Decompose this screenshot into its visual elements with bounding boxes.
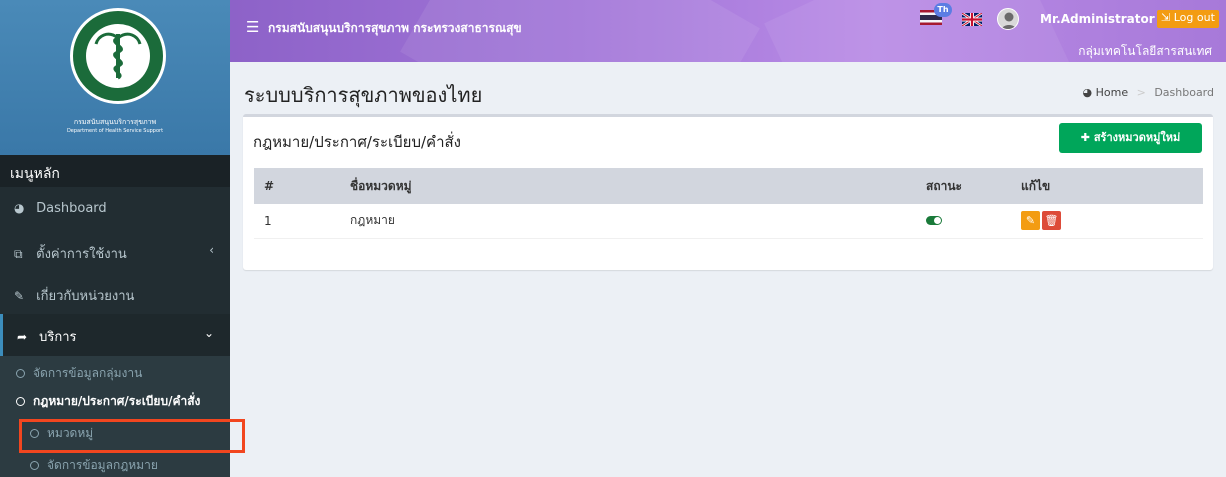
column-header: แก้ไข xyxy=(1011,168,1203,204)
submenu-item-law[interactable]: กฎหมาย/ประกาศ/ระเบียบ/คำสั่ง xyxy=(0,388,230,412)
user-name[interactable]: Mr.Administrator xyxy=(1040,12,1155,26)
dashboard-icon: ◕ xyxy=(14,201,25,215)
category-table: # ชื่อหมวดหมู่ สถานะ แก้ไข 1 กฎหมาย ✎ 🗑 xyxy=(254,168,1203,239)
org-name: กลุ่มเทคโนโลยีสารสนเทศ xyxy=(1078,44,1212,58)
circle-icon xyxy=(16,369,25,378)
circle-icon xyxy=(16,397,25,406)
services-submenu: จัดการข้อมูลกลุ่มงาน กฎหมาย/ประกาศ/ระเบี… xyxy=(0,356,230,477)
column-header: ชื่อหมวดหมู่ xyxy=(340,168,916,204)
menu-header: เมนูหลัก xyxy=(0,155,230,187)
sidebar-item-label: ตั้งค่าการใช้งาน xyxy=(36,247,127,262)
ministry-seal-logo xyxy=(70,8,166,104)
plus-icon: ✚ xyxy=(1080,131,1090,144)
breadcrumb: ◕ Home > Dashboard xyxy=(1083,86,1215,99)
sidebar-item-label: Dashboard xyxy=(36,201,107,216)
sidebar-item-services[interactable]: ➦ บริการ ⌄ xyxy=(0,314,230,356)
breadcrumb-current: Dashboard xyxy=(1154,86,1214,99)
department-name-th: กรมสนับสนุนบริการสุขภาพ xyxy=(73,118,157,126)
circle-icon xyxy=(30,461,39,470)
logo-area: กรมสนับสนุนบริการสุขภาพ Department of He… xyxy=(0,0,230,155)
create-category-button[interactable]: ✚ สร้างหมวดหมู่ใหม่ xyxy=(1059,123,1202,153)
logout-label: Log out xyxy=(1173,11,1215,24)
logout-button[interactable]: ⇲ Log out xyxy=(1157,10,1219,28)
status-toggle-icon[interactable] xyxy=(926,215,942,225)
top-navbar: ☰ กรมสนับสนุนบริการสุขภาพ กระทรวงสาธารณส… xyxy=(230,0,1226,62)
breadcrumb-separator: > xyxy=(1136,86,1146,99)
edit-icon: ✎ xyxy=(14,289,25,303)
department-name-en: Department of Health Service Support xyxy=(66,128,164,134)
trash-icon: 🗑 xyxy=(1044,214,1059,228)
create-category-label: สร้างหมวดหมู่ใหม่ xyxy=(1093,131,1181,144)
department-name: กรมสนับสนุนบริการสุขภาพ Department of He… xyxy=(0,118,230,136)
category-box: กฎหมาย/ประกาศ/ระเบียบ/คำสั่ง ✚ สร้างหมวด… xyxy=(243,114,1213,270)
status-cell xyxy=(916,204,1011,239)
dashboard-icon: ◕ xyxy=(1082,86,1093,99)
delete-button[interactable]: 🗑 xyxy=(1042,211,1061,231)
chevron-down-icon: ⌄ xyxy=(203,326,214,340)
sidebar-item-settings[interactable]: ⧉ ตั้งค่าการใช้งาน ‹ xyxy=(0,231,230,273)
pencil-icon: ✎ xyxy=(1025,214,1036,228)
submenu-item-workgroup[interactable]: จัดการข้อมูลกลุ่มงาน xyxy=(0,360,230,384)
column-header: สถานะ xyxy=(916,168,1011,204)
row-number: 1 xyxy=(254,204,340,239)
uk-flag-icon[interactable] xyxy=(962,13,982,26)
user-avatar[interactable] xyxy=(997,8,1019,30)
logout-icon: ⇲ xyxy=(1161,11,1171,24)
table-header-row: # ชื่อหมวดหมู่ สถานะ แก้ไข xyxy=(254,168,1203,204)
breadcrumb-home[interactable]: Home xyxy=(1096,86,1128,99)
sidebar-item-label: เกี่ยวกับหน่วยงาน xyxy=(36,289,135,304)
chevron-left-icon: ‹ xyxy=(209,243,214,257)
sidebar-item-dashboard[interactable]: ◕ Dashboard xyxy=(0,189,230,231)
language-badge: Th xyxy=(934,3,952,17)
actions-cell: ✎ 🗑 xyxy=(1011,204,1203,239)
category-name: กฎหมาย xyxy=(340,204,916,239)
column-header: # xyxy=(254,168,340,204)
edit-button[interactable]: ✎ xyxy=(1021,211,1040,231)
sidebar-item-about[interactable]: ✎ เกี่ยวกับหน่วยงาน xyxy=(0,273,230,315)
table-row: 1 กฎหมาย ✎ 🗑 xyxy=(254,204,1203,239)
sidebar: กรมสนับสนุนบริการสุขภาพ Department of He… xyxy=(0,0,230,477)
share-icon: ➦ xyxy=(17,330,28,344)
menu-toggle-icon[interactable]: ☰ xyxy=(246,18,259,36)
highlight-box xyxy=(19,419,245,453)
page-title: ระบบบริการสุขภาพของไทย xyxy=(244,83,483,107)
box-title: กฎหมาย/ประกาศ/ระเบียบ/คำสั่ง xyxy=(253,133,461,151)
top-title: กรมสนับสนุนบริการสุขภาพ กระทรวงสาธารณสุข xyxy=(268,21,522,35)
submenu-item-law-manage[interactable]: จัดการข้อมูลกฎหมาย xyxy=(0,452,230,476)
sidebar-item-label: บริการ xyxy=(39,330,77,345)
settings-icon: ⧉ xyxy=(14,247,23,261)
